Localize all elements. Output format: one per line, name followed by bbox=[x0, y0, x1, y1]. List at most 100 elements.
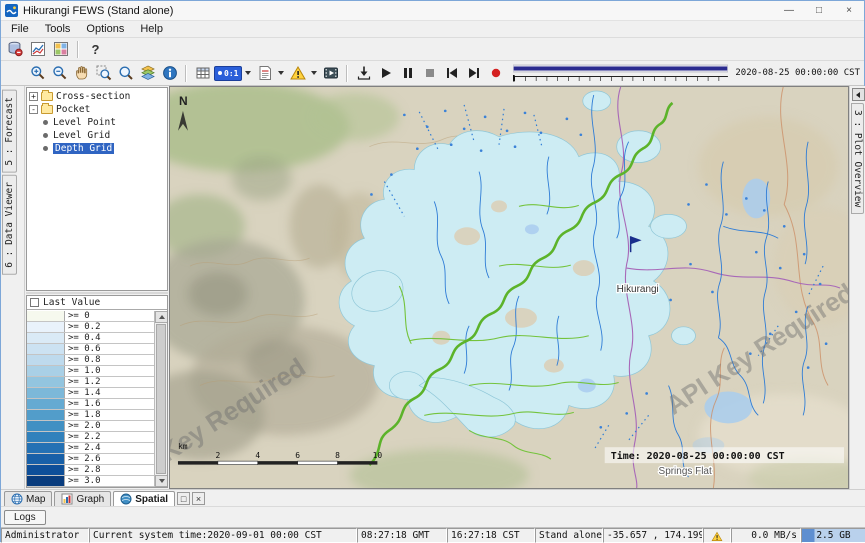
float-panel-button[interactable]: □ bbox=[177, 492, 190, 505]
scrollbar-thumb[interactable] bbox=[156, 324, 166, 474]
menu-file[interactable]: File bbox=[3, 21, 37, 37]
interval-dropdown-icon[interactable] bbox=[245, 71, 251, 75]
layers-button[interactable] bbox=[137, 63, 158, 84]
legend-row: >= 1.6 bbox=[27, 399, 154, 410]
legend-value: >= 3.0 bbox=[65, 476, 154, 486]
scale-unit-label: km bbox=[178, 442, 188, 451]
tree-label[interactable]: Level Point bbox=[53, 117, 116, 128]
zoom-out-icon bbox=[52, 65, 68, 81]
legend-row: >= 1.4 bbox=[27, 388, 154, 399]
map-canvas[interactable]: API Key Required API Key Required Hikura… bbox=[170, 87, 848, 488]
scale-tick: 2 bbox=[215, 451, 220, 460]
tree-node-cross-section[interactable]: + Cross-section bbox=[29, 90, 167, 103]
status-bar: Administrator Current system time:2020-0… bbox=[1, 527, 865, 543]
collapse-icon[interactable]: - bbox=[29, 105, 38, 114]
time-series-display-button[interactable] bbox=[27, 39, 48, 60]
menu-tools[interactable]: Tools bbox=[37, 21, 79, 37]
tab-map[interactable]: Map bbox=[4, 491, 52, 506]
legend-row: >= 1.2 bbox=[27, 377, 154, 388]
export-button[interactable] bbox=[353, 63, 374, 84]
minimize-button[interactable]: — bbox=[774, 1, 804, 20]
last-value-checkbox[interactable] bbox=[30, 298, 39, 307]
folder-icon bbox=[41, 92, 53, 101]
legend-row: >= 0.2 bbox=[27, 322, 154, 333]
tree-leaf-depth-grid[interactable]: Depth Grid bbox=[29, 142, 167, 155]
grid-layer-button[interactable] bbox=[192, 63, 213, 84]
tree-label-selected[interactable]: Depth Grid bbox=[53, 143, 114, 154]
animation-button[interactable] bbox=[320, 63, 341, 84]
warning-dropdown-icon[interactable] bbox=[311, 71, 317, 75]
logs-button[interactable]: Logs bbox=[4, 510, 46, 525]
map-toolbar: 0:1 bbox=[1, 61, 864, 86]
window-title: Hikurangi FEWS (Stand alone) bbox=[23, 5, 774, 17]
logs-bar: Logs bbox=[1, 506, 865, 527]
tab-graph[interactable]: Graph bbox=[54, 491, 111, 506]
legend-swatch bbox=[27, 465, 65, 475]
help-button[interactable]: ? bbox=[85, 39, 106, 60]
grid-icon bbox=[195, 65, 211, 81]
pan-button[interactable] bbox=[71, 63, 92, 84]
zoom-out-button[interactable] bbox=[49, 63, 70, 84]
legend-scrollbar[interactable] bbox=[154, 311, 167, 487]
scroll-down-icon[interactable] bbox=[155, 475, 168, 487]
report-dropdown-icon[interactable] bbox=[278, 71, 284, 75]
threshold-warning-button[interactable] bbox=[287, 63, 308, 84]
status-warning[interactable] bbox=[703, 528, 731, 543]
zoom-extent-button[interactable] bbox=[115, 63, 136, 84]
record-button[interactable] bbox=[485, 63, 506, 84]
stop-button[interactable] bbox=[419, 63, 440, 84]
zoom-in-button[interactable] bbox=[27, 63, 48, 84]
panel-splitter[interactable] bbox=[26, 292, 168, 294]
layer-dot-icon bbox=[43, 133, 48, 138]
tree-label[interactable]: Pocket bbox=[56, 104, 90, 115]
skip-start-icon bbox=[446, 67, 458, 79]
chevron-left-icon bbox=[856, 92, 860, 98]
legend-value: >= 2.6 bbox=[65, 454, 154, 464]
report-button[interactable] bbox=[254, 63, 275, 84]
interval-label: 0:1 bbox=[224, 69, 238, 78]
status-system-time: Current system time:2020-09-01 00:00 CST bbox=[89, 528, 357, 543]
grid-display-button[interactable] bbox=[50, 39, 71, 60]
tab-plot-overview[interactable]: 3 : Plot Overview bbox=[851, 103, 864, 214]
tab-spatial[interactable]: Spatial bbox=[113, 491, 175, 506]
pause-button[interactable] bbox=[397, 63, 418, 84]
info-button[interactable] bbox=[159, 63, 180, 84]
skip-end-button[interactable] bbox=[463, 63, 484, 84]
tree-leaf-level-grid[interactable]: Level Grid bbox=[29, 129, 167, 142]
legend-row: >= 0.8 bbox=[27, 355, 154, 366]
legend-panel: Last Value >= 0 >= 0.2 >= 0.4 >= 0.6 >= … bbox=[26, 295, 168, 488]
menu-options[interactable]: Options bbox=[78, 21, 132, 37]
skip-start-button[interactable] bbox=[441, 63, 462, 84]
current-time-label: 2020-08-25 00:00:00 CST bbox=[735, 68, 864, 78]
tab-forecast[interactable]: 5 : Forecast bbox=[2, 90, 17, 173]
export-download-icon bbox=[356, 65, 372, 81]
collapse-strip-button[interactable] bbox=[852, 88, 865, 101]
zoom-box-icon bbox=[96, 65, 112, 81]
tree-label[interactable]: Level Grid bbox=[53, 130, 110, 141]
pan-hand-icon bbox=[74, 65, 90, 81]
time-slider[interactable] bbox=[513, 64, 728, 82]
tree-label[interactable]: Cross-section bbox=[56, 91, 130, 102]
grid-display-icon bbox=[53, 41, 69, 57]
menu-help[interactable]: Help bbox=[132, 21, 171, 37]
legend-swatch bbox=[27, 366, 65, 376]
legend-swatch bbox=[27, 476, 65, 486]
time-interval-button[interactable]: 0:1 bbox=[214, 66, 242, 81]
expand-icon[interactable]: + bbox=[29, 92, 38, 101]
legend-value: >= 2.8 bbox=[65, 465, 154, 475]
scroll-up-icon[interactable] bbox=[155, 311, 168, 323]
close-panel-button[interactable]: × bbox=[192, 492, 205, 505]
zoom-in-icon bbox=[30, 65, 46, 81]
database-button[interactable] bbox=[4, 39, 25, 60]
legend-value: >= 1.4 bbox=[65, 388, 154, 398]
tree-node-pocket[interactable]: - Pocket bbox=[29, 103, 167, 116]
zoom-box-button[interactable] bbox=[93, 63, 114, 84]
map-viewport[interactable]: API Key Required API Key Required Hikura… bbox=[169, 86, 849, 489]
play-button[interactable] bbox=[375, 63, 396, 84]
legend-swatch bbox=[27, 388, 65, 398]
tree-leaf-level-point[interactable]: Level Point bbox=[29, 116, 167, 129]
maximize-button[interactable]: □ bbox=[804, 1, 834, 20]
close-button[interactable]: × bbox=[834, 1, 864, 20]
tab-data-viewer[interactable]: 6 : Data Viewer bbox=[2, 175, 17, 275]
legend-row: >= 0.6 bbox=[27, 344, 154, 355]
